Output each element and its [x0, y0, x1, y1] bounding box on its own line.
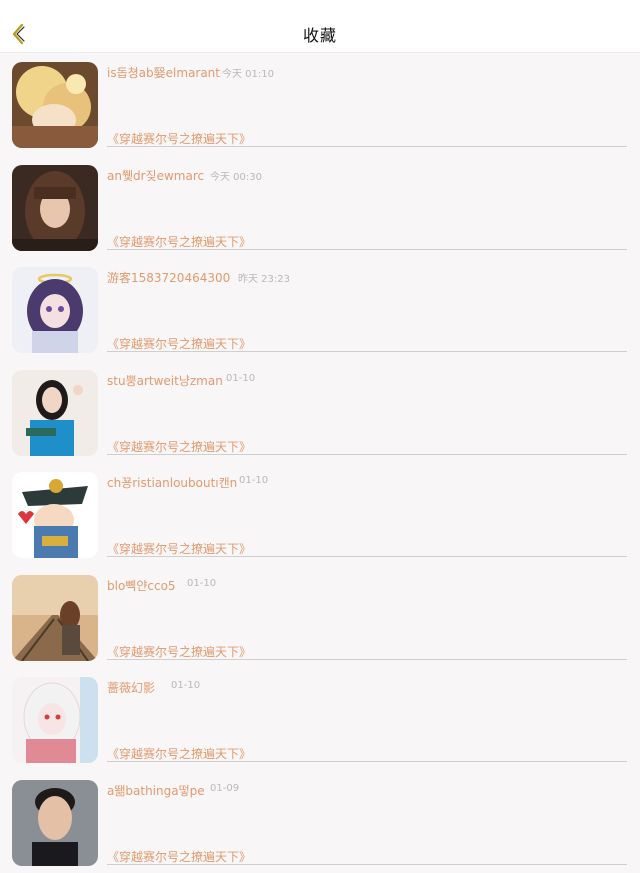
book-title[interactable]: 《穿越赛尔号之撩遍天下》: [107, 745, 251, 762]
divider: [107, 864, 627, 865]
divider: [107, 659, 627, 660]
divider: [107, 454, 627, 455]
user-name[interactable]: is돕쳥ab嫛elmarant: [107, 64, 220, 81]
divider: [107, 249, 627, 250]
list-item[interactable]: 蔷薇幻影 01-10 《穿越赛尔号之撩遍天下》: [0, 668, 640, 771]
status-bar: [0, 0, 640, 16]
chevron-left-icon: [11, 23, 25, 45]
list-item[interactable]: 游客1583720464300 昨天 23:23 《穿越赛尔号之撩遍天下》: [0, 258, 640, 361]
avatar[interactable]: [12, 575, 98, 661]
user-name[interactable]: blo뼥얀cco5: [107, 577, 176, 594]
back-button[interactable]: [6, 22, 30, 46]
list-item[interactable]: an쮗dr짖ewmarc 今天 00:30 《穿越赛尔号之撩遍天下》: [0, 156, 640, 259]
list-item[interactable]: a뙒bathinga떻pe 01-09 《穿越赛尔号之撩遍天下》: [0, 771, 640, 873]
divider: [107, 351, 627, 352]
timestamp: 昨天 23:23: [238, 270, 290, 285]
list-item[interactable]: blo뼥얀cco5 01-10 《穿越赛尔号之撩遍天下》: [0, 566, 640, 669]
timestamp: 今天 01:10: [222, 65, 274, 80]
avatar[interactable]: [12, 370, 98, 456]
user-name[interactable]: an쮗dr짖ewmarc: [107, 167, 204, 184]
timestamp: 01-10: [187, 578, 216, 589]
timestamp: 01-09: [210, 783, 239, 794]
list-item[interactable]: is돕쳥ab嫛elmarant 今天 01:10 《穿越赛尔号之撩遍天下》: [0, 53, 640, 156]
book-title[interactable]: 《穿越赛尔号之撩遍天下》: [107, 848, 251, 865]
page-title: 收藏: [303, 22, 337, 46]
timestamp: 01-10: [171, 680, 200, 691]
user-name[interactable]: 蔷薇幻影: [107, 679, 155, 696]
avatar[interactable]: [12, 677, 98, 763]
book-title[interactable]: 《穿越赛尔号之撩遍天下》: [107, 438, 251, 455]
avatar[interactable]: [12, 62, 98, 148]
timestamp: 01-10: [226, 373, 255, 384]
timestamp: 今天 00:30: [210, 168, 262, 183]
divider: [107, 761, 627, 762]
list-item[interactable]: stu뿡artweit냥zman 01-10 《穿越赛尔号之撩遍天下》: [0, 361, 640, 464]
user-name[interactable]: a뙒bathinga떻pe: [107, 782, 205, 799]
user-name[interactable]: ch꾱ristianlouboutı캔n: [107, 474, 237, 491]
book-title[interactable]: 《穿越赛尔号之撩遍天下》: [107, 540, 251, 557]
avatar[interactable]: [12, 472, 98, 558]
user-name[interactable]: stu뿡artweit냥zman: [107, 372, 223, 389]
nav-bar: 收藏: [0, 16, 640, 53]
divider: [107, 146, 627, 147]
user-name[interactable]: 游客1583720464300: [107, 269, 230, 286]
book-title[interactable]: 《穿越赛尔号之撩遍天下》: [107, 130, 251, 147]
avatar[interactable]: [12, 165, 98, 251]
book-title[interactable]: 《穿越赛尔号之撩遍天下》: [107, 233, 251, 250]
book-title[interactable]: 《穿越赛尔号之撩遍天下》: [107, 643, 251, 660]
divider: [107, 556, 627, 557]
avatar[interactable]: [12, 267, 98, 353]
favorites-list: is돕쳥ab嫛elmarant 今天 01:10 《穿越赛尔号之撩遍天下》 an…: [0, 53, 640, 873]
timestamp: 01-10: [239, 475, 268, 486]
book-title[interactable]: 《穿越赛尔号之撩遍天下》: [107, 335, 251, 352]
list-item[interactable]: ch꾱ristianlouboutı캔n 01-10 《穿越赛尔号之撩遍天下》: [0, 463, 640, 566]
